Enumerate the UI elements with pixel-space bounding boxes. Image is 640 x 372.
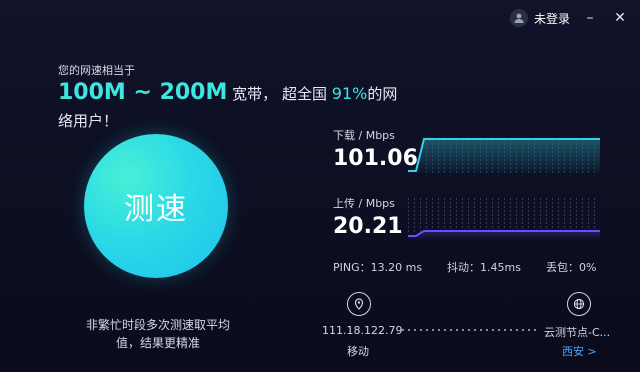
speed-headline-line2: 络用户！ — [58, 112, 119, 130]
tip-line-1: 非繁忙时段多次测速取平均 — [85, 318, 230, 332]
ping-stat: PING：13.20 ms — [333, 261, 423, 274]
download-label: 下载 / Mbps — [333, 129, 395, 142]
isp-name: 移动 — [347, 345, 369, 358]
test-node-name: 云测节点-C... — [544, 326, 611, 339]
broadband-text: 宽带， — [232, 85, 278, 103]
avatar-icon — [509, 9, 528, 27]
login-status[interactable]: 未登录 — [534, 10, 570, 27]
speed-intro: 您的网速相当于 — [58, 64, 135, 77]
tail-text: 的网 — [367, 85, 398, 103]
speed-headline: 100M ~ 200M 宽带， 超全国 91%的网 — [58, 80, 398, 107]
speed-range: 100M ~ 200M — [58, 80, 228, 105]
close-icon[interactable]: ✕ — [610, 8, 630, 28]
speed-test-label: 测速 — [124, 192, 188, 227]
upload-chart — [408, 198, 600, 240]
loss-stat: 丢包：0% — [546, 261, 597, 274]
globe-icon — [567, 292, 591, 316]
upload-label: 上传 / Mbps — [333, 197, 395, 210]
user-account[interactable]: 未登录 — [509, 9, 570, 27]
ip-address: 111.18.122.79 — [322, 324, 403, 337]
exceed-text: 超全国 — [281, 85, 327, 103]
tip-line-2: 值，结果更精准 — [115, 336, 200, 350]
minimize-icon[interactable]: – — [580, 8, 600, 28]
jitter-stat: 抖动：1.45ms — [447, 261, 521, 274]
download-chart — [408, 138, 600, 173]
speedtest-window: 未登录 – ✕ 您的网速相当于 100M ~ 200M 宽带， 超全国 91%的… — [0, 0, 640, 372]
tip-text: 非繁忙时段多次测速取平均 值，结果更精准 — [70, 316, 246, 352]
node-city-selector[interactable]: 西安 > — [562, 343, 597, 359]
upload-value: 20.21 — [333, 214, 403, 239]
download-value: 101.06 — [333, 146, 418, 171]
location-pin-icon — [347, 292, 371, 316]
speed-test-button[interactable]: 测速 — [84, 134, 228, 278]
percentile: 91% — [331, 84, 368, 103]
title-bar: 未登录 – ✕ — [509, 8, 630, 28]
connection-dotted-line — [402, 329, 540, 331]
